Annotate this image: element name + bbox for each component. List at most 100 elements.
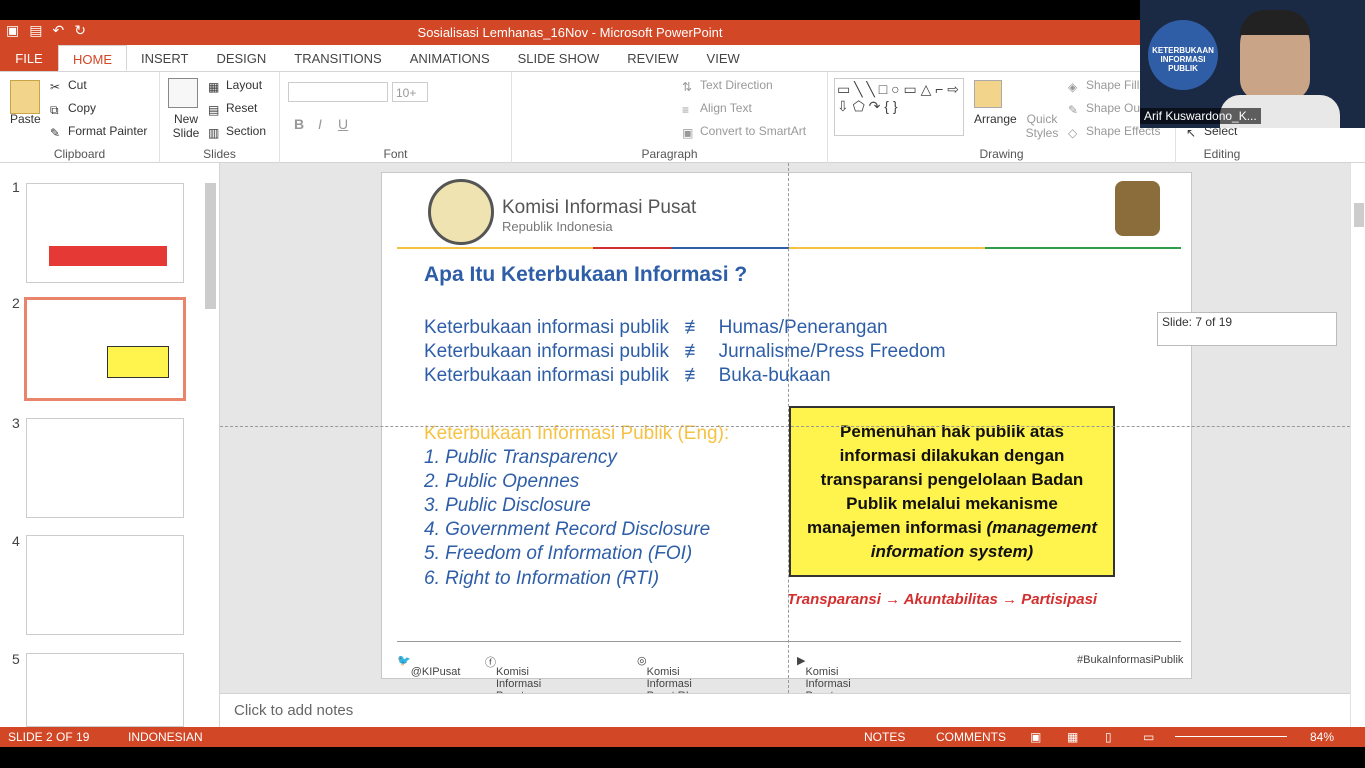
clipboard-label: Clipboard	[53, 147, 106, 161]
tab-slide-show[interactable]: SLIDE SHOW	[504, 45, 614, 71]
slide-footer: 🐦 @KIPusat ⓕ Komisi Informasi Pusat ◎ Ko…	[397, 641, 1183, 702]
twitter-handle: 🐦 @KIPusat	[397, 655, 461, 678]
zoom-slider[interactable]	[1175, 736, 1287, 737]
slide-title[interactable]: Apa Itu Keterbukaan Informasi ?	[424, 263, 747, 287]
tab-home[interactable]: HOME	[58, 45, 127, 71]
kip-logo: KETERBUKAAN INFORMASI PUBLIK	[1148, 20, 1218, 90]
font-size-select[interactable]: 10+	[392, 82, 428, 102]
layout-button[interactable]: ▦ Layout	[208, 78, 262, 94]
slide-tooltip: Slide: 7 of 19	[1157, 312, 1337, 346]
quick-styles-button[interactable]: Quick Styles	[1022, 112, 1062, 140]
header-color-bar	[397, 247, 1181, 249]
format-painter-button[interactable]: ✎ Format Painter	[50, 124, 147, 140]
paint-bucket-icon: ◈	[1068, 79, 1078, 94]
font-label: Font	[383, 147, 408, 161]
tab-transitions[interactable]: TRANSITIONS	[280, 45, 395, 71]
section-icon: ▥	[208, 125, 220, 140]
participant-name: Arif Kuswardono_K...	[1140, 108, 1261, 124]
slideshow-icon[interactable]: ▭	[1143, 730, 1154, 744]
pen-icon: ✎	[1068, 102, 1079, 117]
list-item[interactable]: 3. Public Disclosure	[424, 495, 591, 517]
not-equal-icon: ≢	[684, 365, 704, 386]
slide-thumbnail-3[interactable]	[26, 418, 184, 518]
effects-icon: ◇	[1068, 125, 1078, 140]
font-name-select[interactable]	[288, 82, 388, 102]
status-bar: SLIDE 2 OF 19 INDONESIAN NOTES COMMENTS …	[0, 727, 1365, 747]
notes-pane[interactable]: Click to add notes	[220, 693, 1350, 727]
slide-counter: SLIDE 2 OF 19	[8, 730, 90, 744]
shape-fill-button[interactable]: ◈ Shape Fill	[1068, 78, 1139, 94]
reset-icon: ▤	[208, 102, 220, 117]
normal-view-icon[interactable]: ▣	[1030, 730, 1041, 744]
paste-icon[interactable]	[10, 80, 40, 114]
slides-label: Slides	[203, 147, 236, 161]
scrollbar-thumb[interactable]	[205, 183, 216, 309]
drawing-label: Drawing	[979, 147, 1024, 161]
cut-button[interactable]: ✂ Cut	[50, 78, 87, 94]
zoom-level[interactable]: 84%	[1310, 730, 1334, 744]
transparency-flow[interactable]: Transparansi → Akuntabilitas → Partisipa…	[787, 591, 1097, 608]
arrange-icon[interactable]	[974, 80, 1002, 108]
slide-thumbnails-panel: 1 2 3 4 5	[0, 163, 220, 727]
copy-icon: ⧉	[50, 102, 59, 117]
align-text-icon: ≡	[682, 102, 690, 117]
scissors-icon: ✂	[50, 79, 61, 94]
arrange-button[interactable]: Arrange	[974, 112, 1017, 126]
scrollbar-thumb[interactable]	[1354, 203, 1364, 227]
section-button[interactable]: ▥ Section	[208, 124, 266, 140]
new-slide-icon[interactable]	[168, 78, 198, 108]
shape-outline-button[interactable]: ✎ Shape Out	[1068, 101, 1143, 117]
new-slide-button[interactable]: New Slide	[166, 112, 206, 140]
slide-scrollbar[interactable]	[1350, 163, 1365, 727]
tab-file[interactable]: FILE	[0, 45, 58, 71]
reading-view-icon[interactable]: ▯	[1105, 730, 1112, 744]
vertical-guide	[788, 163, 789, 693]
comments-toggle[interactable]: COMMENTS	[936, 730, 1006, 744]
paragraph-label: Paragraph	[641, 147, 698, 161]
video-feed: KETERBUKAAN INFORMASI PUBLIK Arif Kuswar…	[1140, 0, 1365, 128]
thumb-number: 4	[12, 533, 20, 549]
paragraph-group: ⇅ Text Direction ≡ Align Text ▣ Convert to …	[512, 72, 828, 163]
underline-button[interactable]: U	[338, 116, 348, 132]
org-name: Komisi Informasi Pusat	[502, 197, 697, 218]
text-direction-icon: ⇅	[682, 79, 693, 94]
list-item[interactable]: 1. Public Transparency	[424, 447, 617, 469]
copy-button[interactable]: ⧉ Copy	[50, 101, 96, 117]
list-item[interactable]: 4. Government Record Disclosure	[424, 519, 710, 541]
slide-thumbnail-1[interactable]	[26, 183, 184, 283]
comparison-line-1[interactable]: Keterbukaan informasi publik ≢ Humas/Pen…	[424, 317, 888, 339]
reset-button[interactable]: ▤ Reset	[208, 101, 257, 117]
slide-thumbnail-4[interactable]	[26, 535, 184, 635]
slide-thumbnail-5[interactable]	[26, 653, 184, 727]
thumb-red-bar	[49, 246, 167, 266]
instagram-handle: ◎ Komisi Informasi Pusat RI	[637, 655, 692, 702]
tab-insert[interactable]: INSERT	[127, 45, 202, 71]
slide-thumbnail-2[interactable]	[24, 297, 186, 401]
comparison-line-2[interactable]: Keterbukaan informasi publik ≢ Jurnalism…	[424, 341, 946, 363]
comparison-line-3[interactable]: Keterbukaan informasi publik ≢ Buka-buka…	[424, 365, 831, 387]
thumbnails-scrollbar[interactable]	[203, 163, 218, 725]
participant-hair	[1240, 10, 1310, 35]
notes-toggle[interactable]: NOTES	[864, 730, 905, 744]
paste-button[interactable]: Paste	[10, 112, 41, 126]
slide-sorter-icon[interactable]: ▦	[1067, 730, 1078, 744]
org-subtitle: Republik Indonesia	[502, 219, 613, 234]
tab-design[interactable]: DESIGN	[202, 45, 280, 71]
font-group: 10+ B I U Font	[280, 72, 512, 163]
language-indicator[interactable]: INDONESIAN	[128, 730, 203, 744]
thumb-number: 5	[12, 651, 20, 667]
definition-box[interactable]: Pemenuhan hak publik atas informasi dila…	[789, 406, 1115, 577]
italic-button[interactable]: I	[318, 116, 322, 132]
align-text-button[interactable]: ≡ Align Text	[682, 101, 752, 117]
tab-animations[interactable]: ANIMATIONS	[396, 45, 504, 71]
shapes-gallery[interactable]: ▭ ╲ ╲ □ ○ ▭ △ ⌐ ⇨ ⇩ ⬠ ↷ { }	[834, 78, 964, 136]
tab-review[interactable]: REVIEW	[613, 45, 692, 71]
list-item[interactable]: 6. Right to Information (RTI)	[424, 568, 659, 590]
text-direction-button[interactable]: ⇅ Text Direction	[682, 78, 773, 94]
editing-label: Editing	[1203, 147, 1241, 161]
bold-button[interactable]: B	[294, 116, 304, 132]
list-item[interactable]: 5. Freedom of Information (FOI)	[424, 543, 692, 565]
convert-smartart-button[interactable]: ▣ Convert to SmartArt	[682, 124, 806, 140]
list-item[interactable]: 2. Public Opennes	[424, 471, 579, 493]
tab-view[interactable]: VIEW	[693, 45, 754, 71]
